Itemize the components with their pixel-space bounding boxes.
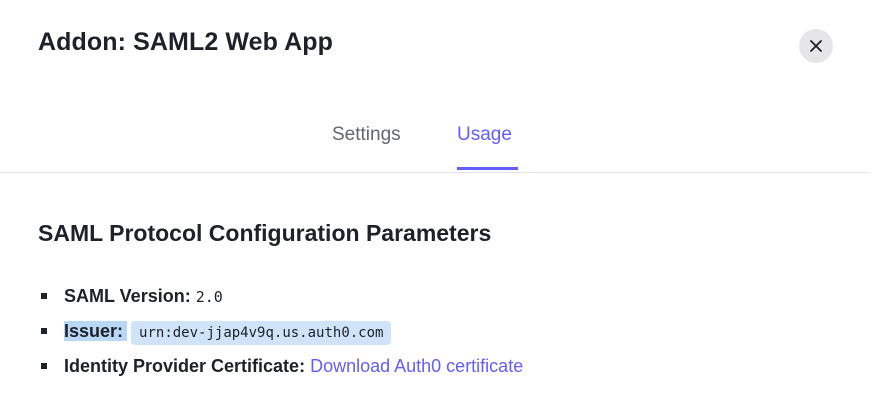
section-title: SAML Protocol Configuration Parameters bbox=[38, 220, 492, 246]
bullet-icon bbox=[41, 293, 47, 299]
tab-settings[interactable]: Settings bbox=[332, 124, 401, 146]
bullet-icon bbox=[41, 328, 47, 334]
list-item-idp-certificate: Identity Provider Certificate: Download … bbox=[38, 353, 523, 388]
issuer-value[interactable]: urn:dev-jjap4v9q.us.auth0.com bbox=[131, 321, 392, 345]
param-label: Identity Provider Certificate: bbox=[64, 356, 306, 376]
parameter-list: SAML Version: 2.0 Issuer: urn:dev-jjap4v9… bbox=[38, 283, 523, 388]
active-tab-indicator bbox=[457, 167, 518, 170]
list-item-saml-version: SAML Version: 2.0 bbox=[38, 283, 523, 318]
tab-bar: Settings Usage bbox=[0, 118, 870, 173]
param-label: SAML Version: bbox=[64, 286, 191, 306]
param-value: 2.0 bbox=[195, 288, 223, 306]
close-button[interactable] bbox=[799, 29, 833, 63]
close-icon bbox=[810, 40, 822, 52]
param-label: Issuer: bbox=[64, 321, 128, 341]
list-item-issuer: Issuer: urn:dev-jjap4v9q.us.auth0.com bbox=[38, 318, 523, 353]
download-certificate-link[interactable]: Download Auth0 certificate bbox=[310, 356, 523, 376]
tab-usage[interactable]: Usage bbox=[457, 124, 512, 146]
bullet-icon bbox=[41, 363, 47, 369]
modal-title: Addon: SAML2 Web App bbox=[38, 28, 334, 56]
